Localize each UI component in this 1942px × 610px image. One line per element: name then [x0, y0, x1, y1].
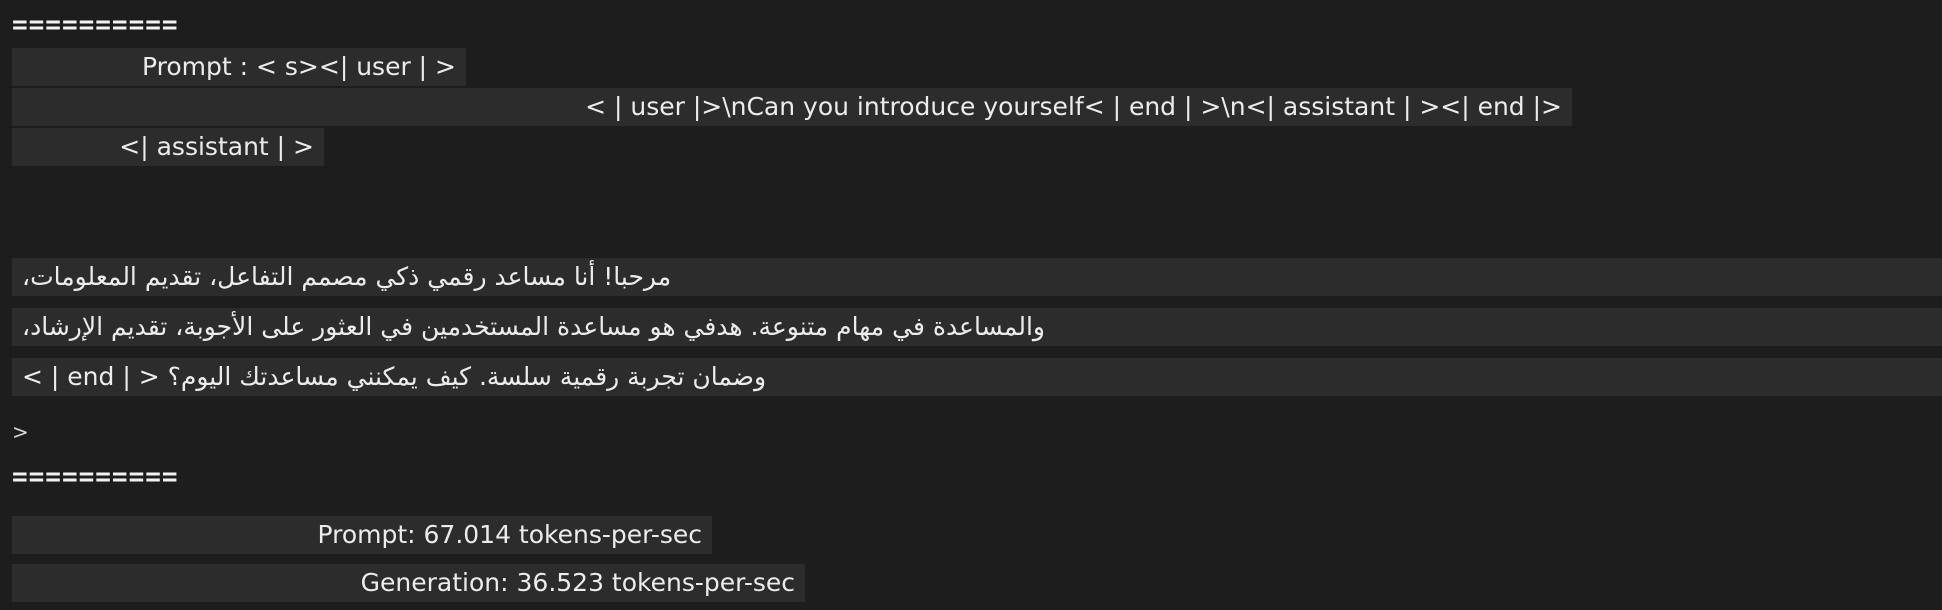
- prompt-line-1: Prompt : < s><| user | >: [12, 48, 466, 86]
- prompt-line-3: <| assistant | >: [12, 128, 324, 166]
- generation-speed: Generation: 36.523 tokens-per-sec: [12, 564, 805, 602]
- separator-top: ==========: [12, 10, 179, 40]
- response-line-1: مرحبا! أنا مساعد رقمي ذكي مصمم التفاعل، …: [12, 258, 1942, 296]
- prompt-line-2: < | user |>\nCan you introduce yourself<…: [12, 88, 1572, 126]
- separator-bottom: ==========: [12, 462, 179, 492]
- prompt-speed: Prompt: 67.014 tokens-per-sec: [12, 516, 712, 554]
- response-line-2: والمساعدة في مهام متنوعة. هدفي هو مساعدة…: [12, 308, 1942, 346]
- response-line-3: وضمان تجربة رقمية سلسة. كيف يمكنني مساعد…: [12, 358, 1942, 396]
- trailing-marker: >: [12, 420, 29, 444]
- terminal-output: ========== Prompt : < s><| user | > < | …: [0, 0, 1942, 610]
